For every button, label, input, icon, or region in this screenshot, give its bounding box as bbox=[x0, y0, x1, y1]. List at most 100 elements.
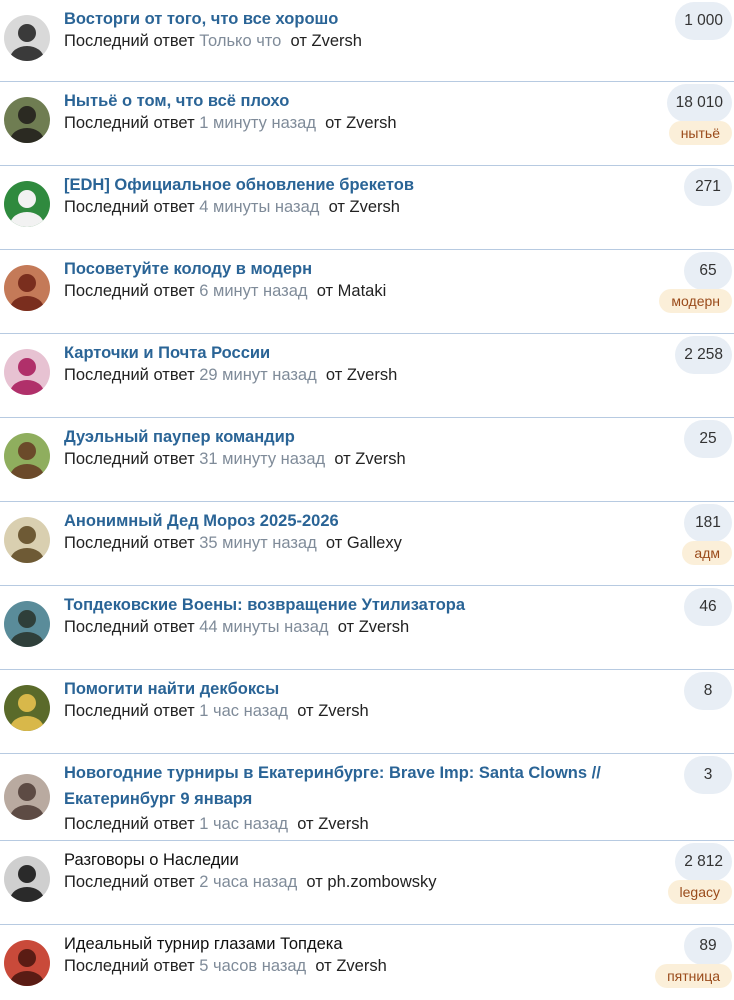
last-reply-info: Последний ответ 6 минут назад от Mataki bbox=[64, 281, 386, 301]
topic-title-link[interactable]: Дуэльный паупер командир bbox=[64, 424, 644, 450]
topic-title-link[interactable]: Идеальный турнир глазами Топдека bbox=[64, 931, 644, 957]
topic-row[interactable]: Карточки и Почта России Последний ответ 2… bbox=[0, 334, 734, 418]
topic-row[interactable]: Помогити найти декбоксы Последний ответ 1… bbox=[0, 670, 734, 754]
last-reply-info: Последний ответ 1 час назад от Zversh bbox=[64, 814, 369, 834]
topic-row[interactable]: Восторги от того, что все хорошо Последни… bbox=[0, 0, 734, 82]
last-reply-time[interactable]: 29 минут назад bbox=[199, 366, 316, 384]
last-reply-label: Последний ответ bbox=[64, 366, 195, 384]
last-reply-label: Последний ответ bbox=[64, 957, 195, 975]
topic-row[interactable]: Идеальный турнир глазами Топдека Последни… bbox=[0, 925, 734, 1000]
last-reply-author[interactable]: Zversh bbox=[350, 198, 400, 216]
last-reply-time[interactable]: 1 час назад bbox=[199, 815, 288, 833]
last-reply-time[interactable]: 2 часа назад bbox=[199, 873, 297, 891]
topic-title-link[interactable]: Новогодние турниры в Екатеринбурге: Brav… bbox=[64, 760, 624, 812]
last-reply-author[interactable]: Zversh bbox=[359, 618, 409, 636]
topic-tag[interactable]: пятница bbox=[655, 964, 732, 988]
author-avatar[interactable] bbox=[4, 685, 50, 731]
last-reply-author[interactable]: Zversh bbox=[312, 32, 362, 50]
by-label: от bbox=[325, 114, 342, 132]
last-reply-author[interactable]: Gallexy bbox=[347, 534, 402, 552]
topic-title-link[interactable]: Нытьё о том, что всё плохо bbox=[64, 88, 644, 114]
last-reply-time[interactable]: 1 час назад bbox=[199, 702, 288, 720]
last-reply-label: Последний ответ bbox=[64, 450, 195, 468]
last-reply-time[interactable]: Только что bbox=[199, 32, 281, 50]
last-reply-time[interactable]: 5 часов назад bbox=[199, 957, 306, 975]
topic-title-link[interactable]: Топдековские Воены: возвращение Утилизат… bbox=[64, 592, 644, 618]
topic-tag[interactable]: модерн bbox=[659, 289, 732, 313]
by-label: от bbox=[297, 815, 314, 833]
topic-title-link[interactable]: Анонимный Дед Мороз 2025-2026 bbox=[64, 508, 644, 534]
topic-row[interactable]: Анонимный Дед Мороз 2025-2026 Последний о… bbox=[0, 502, 734, 586]
last-reply-author[interactable]: Mataki bbox=[338, 282, 387, 300]
reply-count-badge: 271 bbox=[684, 168, 732, 206]
reply-count-badge: 1 000 bbox=[675, 2, 732, 40]
last-reply-author[interactable]: Zversh bbox=[347, 366, 397, 384]
by-label: от bbox=[337, 618, 355, 636]
last-reply-time[interactable]: 1 минуту назад bbox=[199, 114, 316, 132]
topic-row[interactable]: Посоветуйте колоду в модерн Последний отв… bbox=[0, 250, 734, 334]
author-avatar[interactable] bbox=[4, 265, 50, 311]
topic-tag[interactable]: нытьё bbox=[668, 121, 732, 145]
last-reply-time[interactable]: 4 минуты назад bbox=[199, 198, 319, 216]
reply-count-badge: 8 bbox=[684, 672, 732, 710]
reply-count-badge: 89 bbox=[684, 927, 732, 965]
by-label: от bbox=[316, 282, 334, 300]
topic-title-link[interactable]: Помогити найти декбоксы bbox=[64, 676, 644, 702]
by-label: от bbox=[325, 366, 343, 384]
author-avatar[interactable] bbox=[4, 97, 50, 143]
last-reply-info: Последний ответ 35 минут назад от Gallex… bbox=[64, 533, 402, 553]
reply-count-badge: 46 bbox=[684, 588, 732, 626]
author-avatar[interactable] bbox=[4, 517, 50, 563]
by-label: от bbox=[315, 957, 332, 975]
last-reply-time[interactable]: 6 минут назад bbox=[199, 282, 307, 300]
last-reply-label: Последний ответ bbox=[64, 815, 195, 833]
last-reply-author[interactable]: ph.zombowsky bbox=[327, 873, 436, 891]
last-reply-info: Последний ответ 4 минуты назад от Zversh bbox=[64, 197, 400, 217]
topic-row[interactable]: Нытьё о том, что всё плохо Последний отве… bbox=[0, 82, 734, 166]
topic-title-link[interactable]: Посоветуйте колоду в модерн bbox=[64, 256, 644, 282]
author-avatar[interactable] bbox=[4, 940, 50, 986]
topic-row[interactable]: Топдековские Воены: возвращение Утилизат… bbox=[0, 586, 734, 670]
by-label: от bbox=[325, 534, 343, 552]
author-avatar[interactable] bbox=[4, 15, 50, 61]
last-reply-author[interactable]: Zversh bbox=[336, 957, 386, 975]
topic-title-link[interactable]: [EDH] Официальное обновление брекетов bbox=[64, 172, 644, 198]
by-label: от bbox=[328, 198, 345, 216]
by-label: от bbox=[290, 32, 307, 50]
reply-count-badge: 25 bbox=[684, 420, 732, 458]
topic-title-link[interactable]: Восторги от того, что все хорошо bbox=[64, 6, 644, 32]
topic-title-link[interactable]: Разговоры о Наследии bbox=[64, 847, 644, 873]
last-reply-info: Последний ответ 2 часа назад от ph.zombo… bbox=[64, 872, 437, 892]
author-avatar[interactable] bbox=[4, 433, 50, 479]
last-reply-author[interactable]: Zversh bbox=[346, 114, 396, 132]
by-label: от bbox=[306, 873, 323, 891]
last-reply-time[interactable]: 31 минуту назад bbox=[199, 450, 325, 468]
author-avatar[interactable] bbox=[4, 349, 50, 395]
reply-count-badge: 65 bbox=[684, 252, 732, 290]
author-avatar[interactable] bbox=[4, 181, 50, 227]
last-reply-info: Последний ответ 44 минуты назад от Zvers… bbox=[64, 617, 409, 637]
reply-count-badge: 18 010 bbox=[666, 84, 732, 122]
topic-row[interactable]: Новогодние турниры в Екатеринбурге: Brav… bbox=[0, 754, 734, 841]
topic-row[interactable]: Разговоры о Наследии Последний ответ 2 ча… bbox=[0, 841, 734, 925]
last-reply-info: Последний ответ 5 часов назад от Zversh bbox=[64, 956, 387, 976]
author-avatar[interactable] bbox=[4, 774, 50, 820]
author-avatar[interactable] bbox=[4, 856, 50, 902]
last-reply-time[interactable]: 35 минут назад bbox=[199, 534, 316, 552]
last-reply-label: Последний ответ bbox=[64, 282, 195, 300]
last-reply-time[interactable]: 44 минуты назад bbox=[199, 618, 328, 636]
topic-row[interactable]: [EDH] Официальное обновление брекетов Пос… bbox=[0, 166, 734, 250]
last-reply-author[interactable]: Zversh bbox=[318, 815, 368, 833]
topic-tag[interactable]: legacy bbox=[667, 880, 732, 904]
last-reply-author[interactable]: Zversh bbox=[318, 702, 368, 720]
last-reply-author[interactable]: Zversh bbox=[355, 450, 405, 468]
topic-tag[interactable]: адм bbox=[682, 541, 732, 565]
last-reply-info: Последний ответ 31 минуту назад от Zvers… bbox=[64, 449, 406, 469]
author-avatar[interactable] bbox=[4, 601, 50, 647]
by-label: от bbox=[334, 450, 351, 468]
topic-row[interactable]: Дуэльный паупер командир Последний ответ … bbox=[0, 418, 734, 502]
last-reply-info: Последний ответ 1 минуту назад от Zversh bbox=[64, 113, 397, 133]
by-label: от bbox=[297, 702, 314, 720]
topic-title-link[interactable]: Карточки и Почта России bbox=[64, 340, 644, 366]
reply-count-badge: 2 258 bbox=[675, 336, 732, 374]
